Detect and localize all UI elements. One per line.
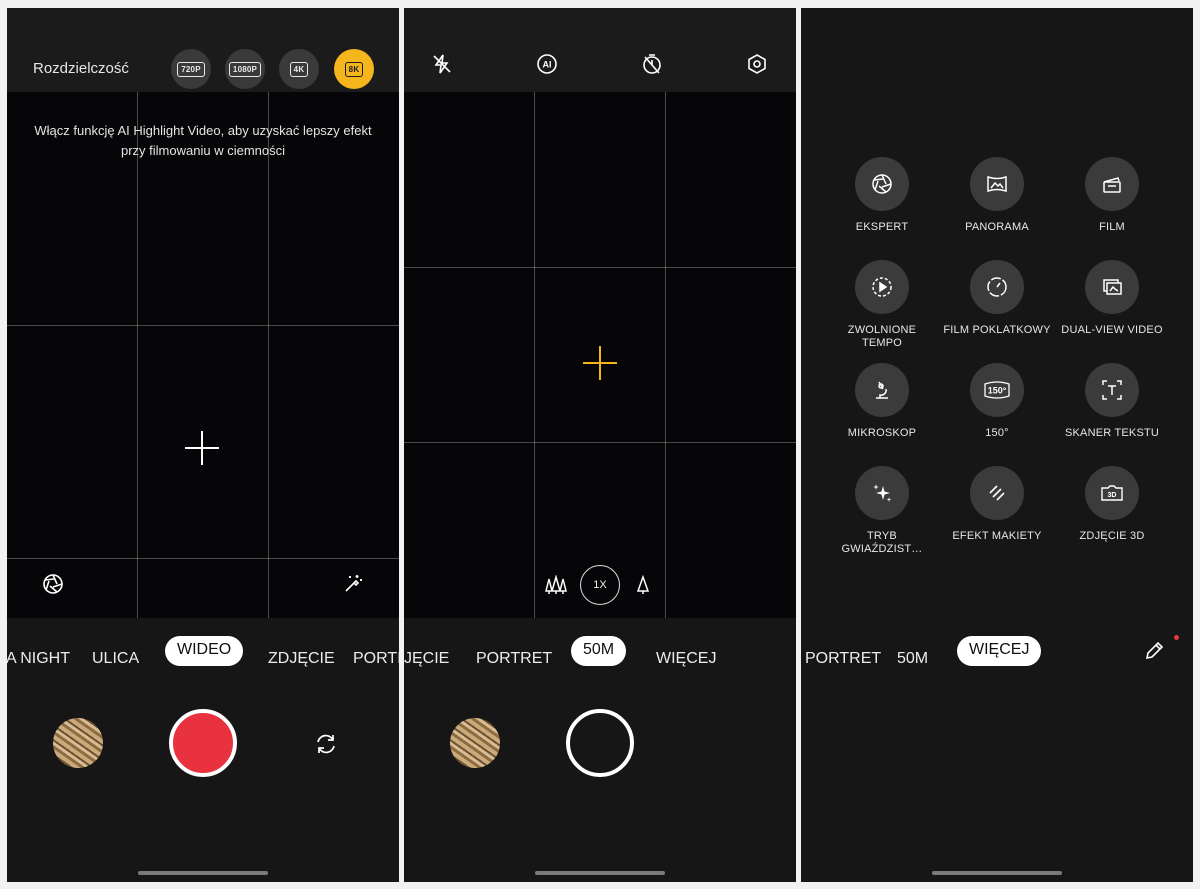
mode-tile-slow-motion[interactable]: ZWOLNIONE TEMPO	[827, 260, 937, 350]
mode-more[interactable]: WIĘCEJ	[957, 636, 1042, 666]
grid-line	[534, 92, 535, 618]
home-indicator[interactable]	[535, 871, 665, 875]
navigation-area	[404, 798, 796, 882]
mode-50m[interactable]: 50M	[571, 636, 627, 666]
home-indicator[interactable]	[138, 871, 268, 875]
text-scanner-icon	[1085, 363, 1139, 417]
slow-motion-icon	[855, 260, 909, 314]
wide-150-icon: 150°	[970, 363, 1024, 417]
camera-toolbar: AI	[404, 8, 796, 92]
svg-text:AI: AI	[543, 60, 552, 70]
viewfinder[interactable]	[7, 92, 399, 618]
top-area	[801, 8, 1193, 92]
grid-line	[665, 92, 666, 618]
ai-icon[interactable]: AI	[535, 52, 559, 76]
dual-view-icon	[1085, 260, 1139, 314]
tilt-shift-icon	[970, 466, 1024, 520]
aperture-icon[interactable]	[40, 571, 66, 597]
video-camera-screen: Rozdzielczość 720P 1080P 4K 8K Włącz fun…	[7, 8, 399, 882]
mode-tile-microscope[interactable]: MIKROSKOP	[827, 363, 937, 440]
telephoto-tree-icon[interactable]	[634, 574, 652, 596]
film-icon	[1085, 157, 1139, 211]
magic-wand-icon[interactable]	[340, 571, 366, 597]
mode-tile-starry[interactable]: TRYB GWIAŹDZIST…	[827, 466, 937, 556]
mode-night[interactable]: A NIGHT	[7, 650, 70, 668]
switch-camera-icon[interactable]	[312, 730, 340, 758]
resolution-8k-button[interactable]: 8K	[334, 49, 374, 89]
mode-portrait[interactable]: PORTI	[353, 650, 399, 668]
mode-tile-film[interactable]: FILM	[1057, 157, 1167, 234]
navigation-area	[7, 798, 399, 882]
mode-portrait[interactable]: PORTRET	[805, 650, 881, 668]
gallery-thumbnail[interactable]	[450, 718, 500, 768]
mode-tile-expert[interactable]: EKSPERT	[827, 157, 937, 234]
grid-line	[7, 325, 399, 326]
home-indicator[interactable]	[932, 871, 1062, 875]
grid-line	[137, 92, 138, 618]
mode-portrait[interactable]: PORTRET	[476, 650, 552, 668]
focus-crosshair	[583, 346, 617, 380]
mode-tile-150[interactable]: 150° 150°	[942, 363, 1052, 440]
mode-tile-tilt-shift[interactable]: EFEKT MAKIETY	[942, 466, 1052, 543]
ai-highlight-hint: Włącz funkcję AI Highlight Video, aby uz…	[34, 123, 372, 158]
grid-line	[7, 558, 399, 559]
panorama-icon	[970, 157, 1024, 211]
photo-3d-icon: 3D	[1085, 466, 1139, 520]
mode-tile-dual-view[interactable]: DUAL-VIEW VIDEO	[1057, 260, 1167, 337]
shutter-button[interactable]	[566, 709, 634, 777]
mode-tile-timelapse[interactable]: FILM POKLATKOWY	[942, 260, 1052, 337]
mode-50m[interactable]: 50M	[897, 650, 928, 668]
settings-icon[interactable]	[745, 52, 769, 76]
navigation-area	[801, 798, 1193, 882]
timer-off-icon[interactable]	[640, 52, 664, 76]
mode-photo[interactable]: JĘCIE	[404, 650, 449, 668]
timelapse-icon	[970, 260, 1024, 314]
viewfinder[interactable]	[404, 92, 796, 618]
wide-angle-trees-icon[interactable]	[545, 574, 567, 596]
resolution-bar: Rozdzielczość 720P 1080P 4K 8K	[7, 8, 399, 92]
zoom-1x-button[interactable]: 1X	[580, 565, 620, 605]
record-button[interactable]	[169, 709, 237, 777]
svg-text:3D: 3D	[1108, 492, 1117, 499]
svg-text:150°: 150°	[988, 386, 1007, 396]
grid-line	[268, 92, 269, 618]
resolution-1080p-button[interactable]: 1080P	[225, 49, 265, 89]
notification-dot	[1174, 635, 1179, 640]
photo-camera-screen: AI 1X JĘCIE PORTRET 50M WIĘCEJ	[404, 8, 796, 882]
grid-line	[404, 442, 796, 443]
mode-video[interactable]: WIDEO	[165, 636, 244, 666]
mode-street[interactable]: ULICA	[92, 650, 139, 668]
mode-tile-panorama[interactable]: PANORAMA	[942, 157, 1052, 234]
mode-tile-text-scanner[interactable]: SKANER TEKSTU	[1057, 363, 1167, 440]
gallery-thumbnail[interactable]	[53, 718, 103, 768]
grid-line	[404, 267, 796, 268]
resolution-720p-button[interactable]: 720P	[171, 49, 211, 89]
stars-icon	[855, 466, 909, 520]
mode-more[interactable]: WIĘCEJ	[656, 650, 716, 668]
more-modes-screen: EKSPERT PANORAMA FILM ZWOLNIONE TEMPO FI…	[801, 8, 1193, 882]
mode-photo[interactable]: ZDJĘCIE	[268, 650, 335, 668]
microscope-icon	[855, 363, 909, 417]
edit-pencil-icon[interactable]	[1141, 638, 1167, 664]
focus-crosshair	[185, 431, 219, 465]
mode-tile-3d-photo[interactable]: 3D ZDJĘCIE 3D	[1057, 466, 1167, 543]
resolution-4k-button[interactable]: 4K	[279, 49, 319, 89]
aperture-icon	[855, 157, 909, 211]
resolution-label: Rozdzielczość	[33, 60, 129, 77]
flash-off-icon[interactable]	[430, 52, 454, 76]
